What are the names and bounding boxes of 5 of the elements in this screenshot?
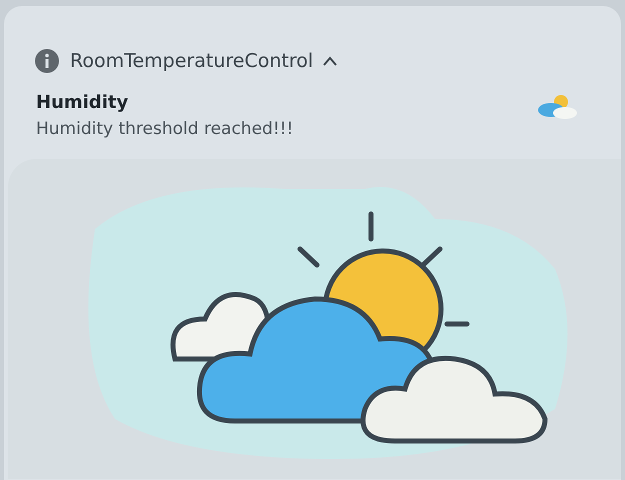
app-name: RoomTemperatureControl [70,50,314,72]
info-icon [34,48,60,74]
chevron-icon[interactable] [323,56,338,66]
notification-message: Humidity threshold reached!!! [36,119,294,139]
notification-title: Humidity [36,92,130,113]
